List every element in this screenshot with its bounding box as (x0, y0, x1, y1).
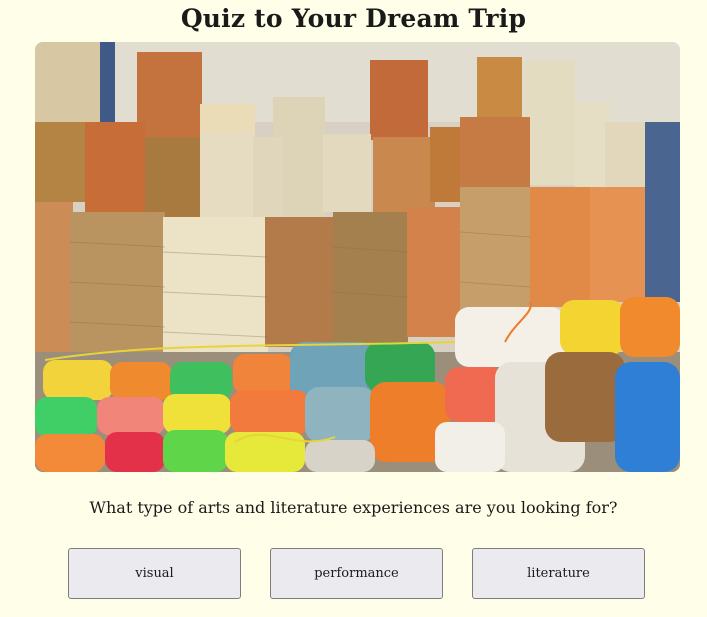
option-performance-button[interactable]: performance (270, 548, 443, 599)
quiz-photo (35, 42, 680, 472)
option-literature-button[interactable]: literature (472, 548, 645, 599)
page-title: Quiz to Your Dream Trip (180, 4, 527, 33)
option-visual-button[interactable]: visual (68, 548, 241, 599)
twine-spools-illustration (35, 42, 680, 472)
quiz-question: What type of arts and literature experie… (89, 498, 618, 517)
